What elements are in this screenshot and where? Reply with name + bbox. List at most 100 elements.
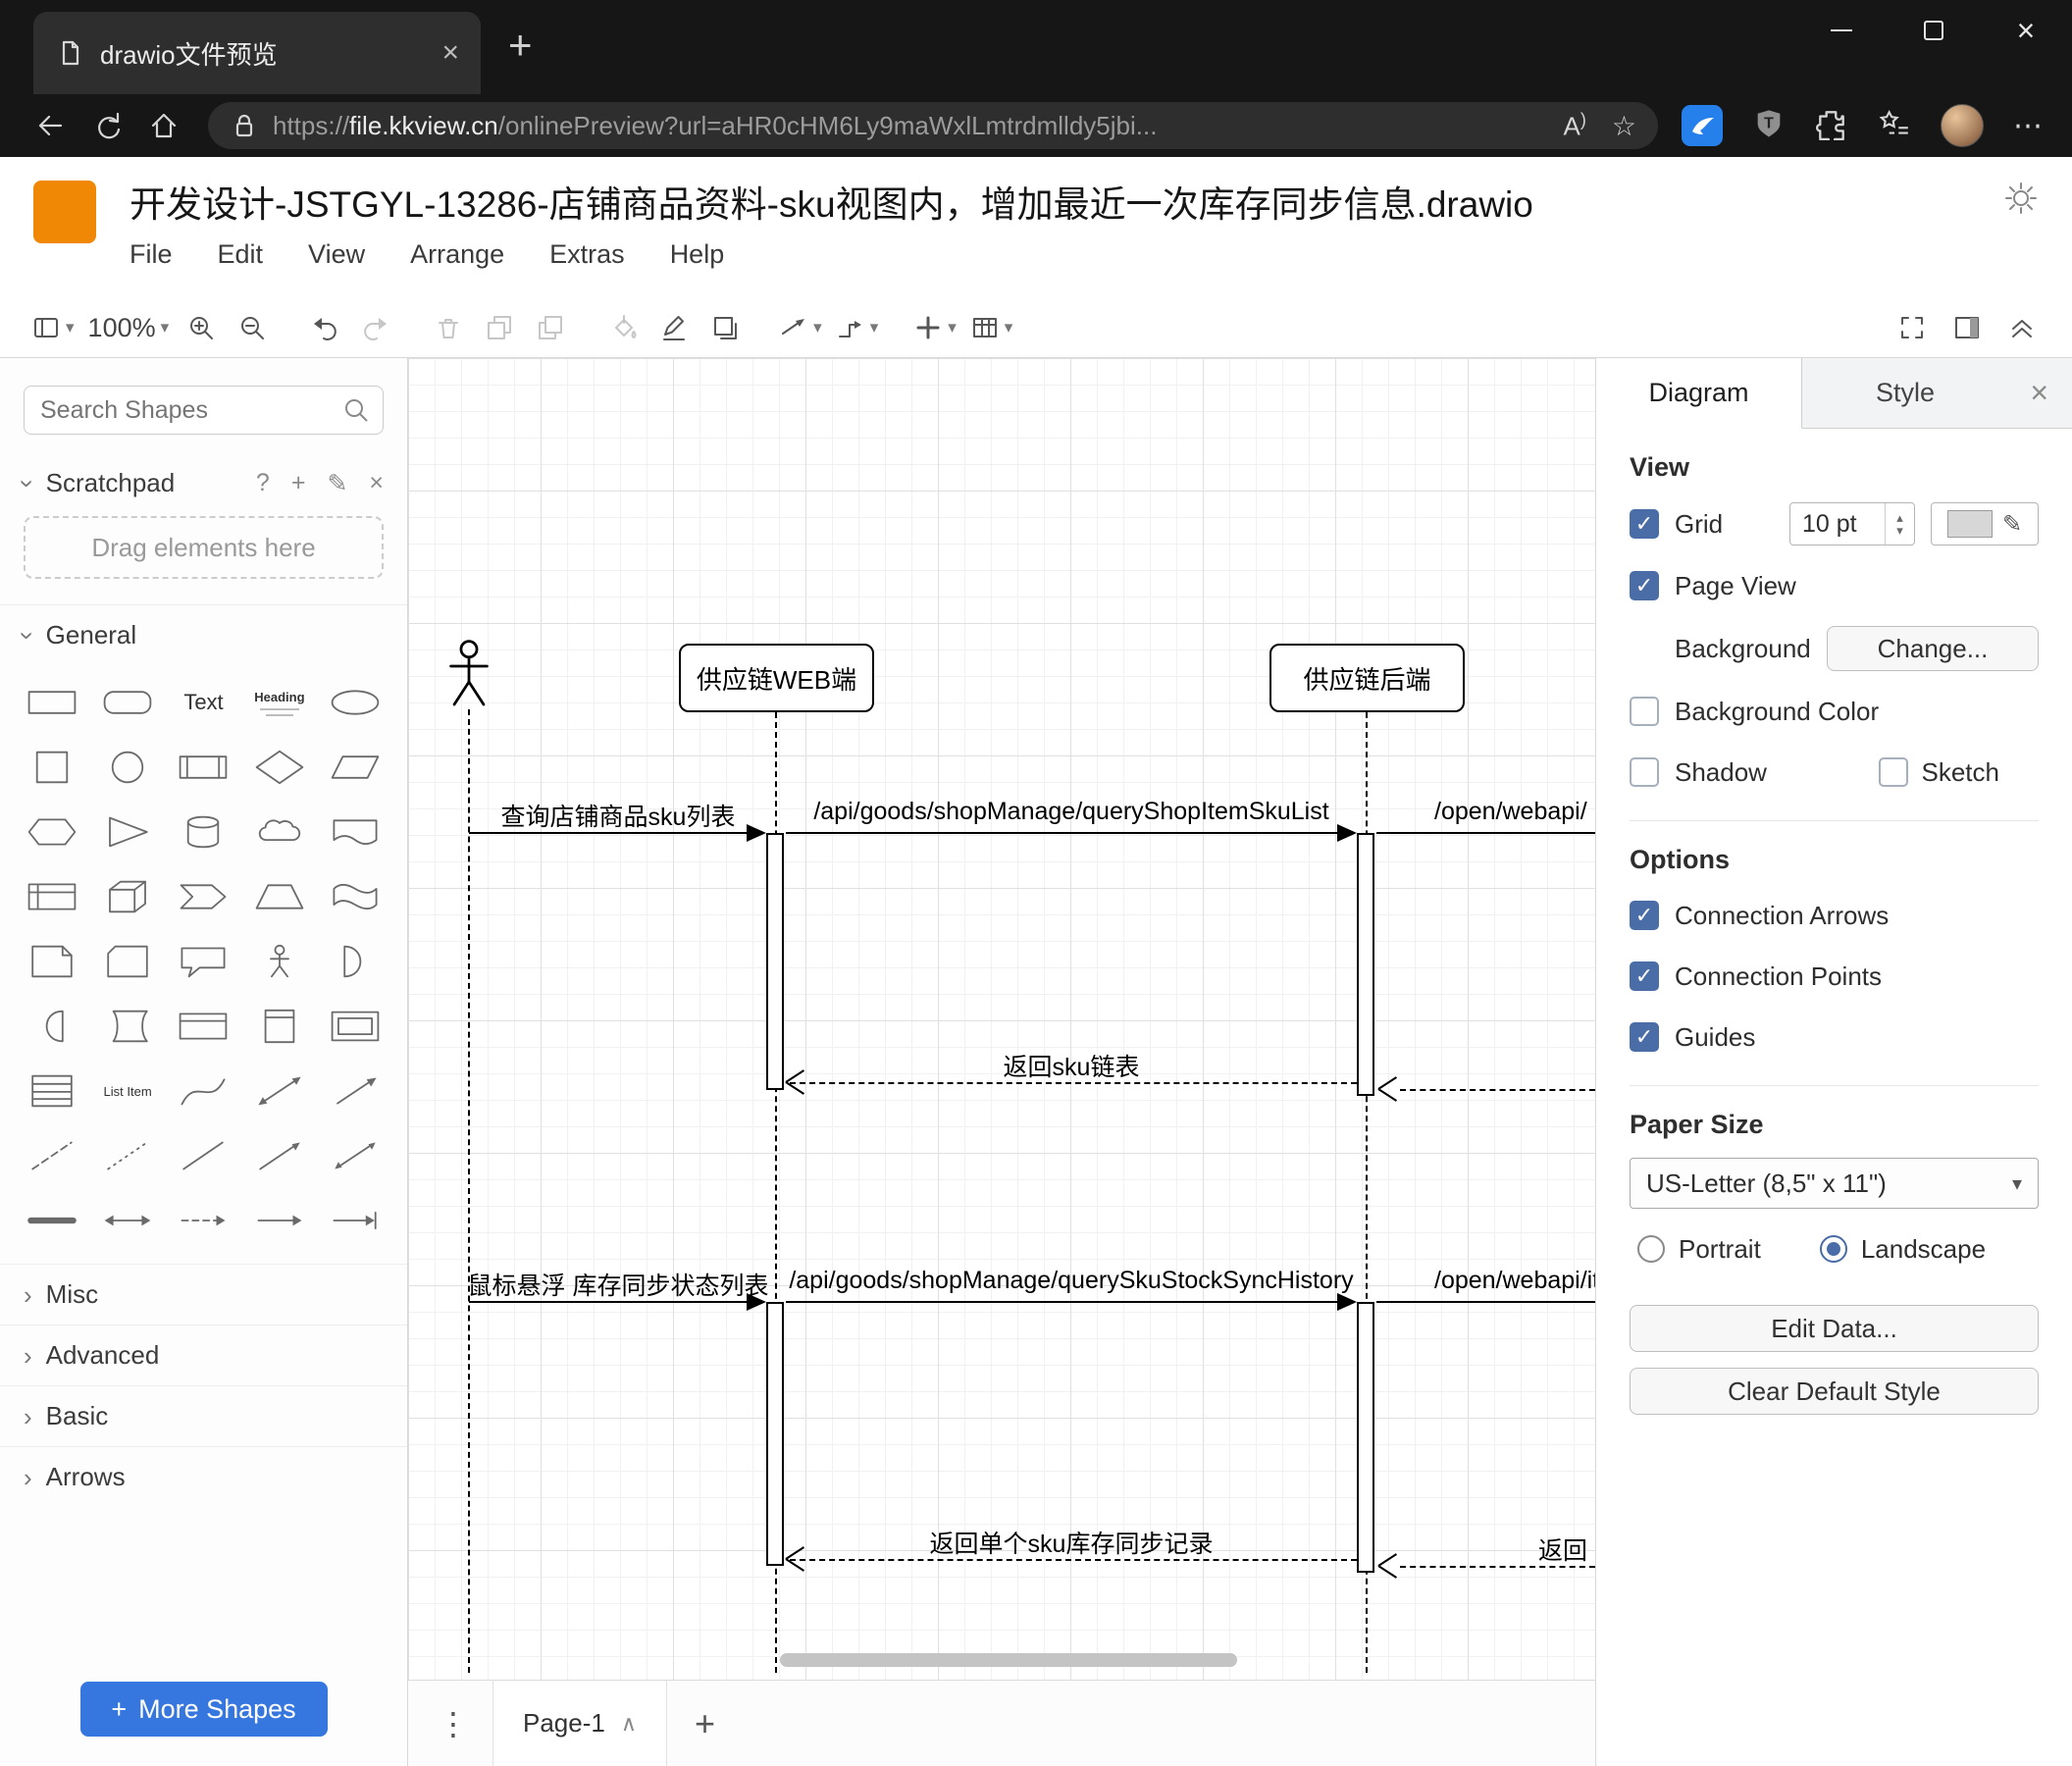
grid-size-input[interactable]: 10 pt ▴ ▾: [1789, 502, 1915, 545]
message-label[interactable]: 返回单个sku库存同步记录: [930, 1525, 1214, 1560]
shape-horizontal-bidirectional-arrow[interactable]: [89, 1189, 165, 1252]
shape-cloud[interactable]: [241, 801, 317, 863]
shape-process[interactable]: [166, 736, 241, 799]
shape-cylinder[interactable]: [166, 801, 241, 863]
message-label[interactable]: 鼠标悬浮 库存同步状态列表: [468, 1267, 769, 1302]
shape-arrow-right[interactable]: [241, 1189, 317, 1252]
menu-extras[interactable]: Extras: [549, 239, 625, 270]
shape-hexagon[interactable]: [14, 801, 89, 863]
activation-bar-web-2[interactable]: [766, 1302, 784, 1566]
message-label[interactable]: /api/goods/shopManage/querySkuStockSyncH…: [789, 1267, 1353, 1295]
shadow-checkbox[interactable]: [1630, 757, 1659, 787]
extension-bird-icon[interactable]: [1682, 105, 1723, 146]
zoom-in-button[interactable]: [179, 305, 224, 350]
shape-note[interactable]: [14, 930, 89, 993]
tab-style[interactable]: Style: [1802, 358, 2008, 428]
message-label[interactable]: 返回: [1538, 1532, 1587, 1567]
shape-card[interactable]: [89, 930, 165, 993]
shape-or[interactable]: [318, 930, 393, 993]
to-back-button[interactable]: [528, 305, 573, 350]
page-view-checkbox[interactable]: ✓: [1630, 571, 1659, 600]
clear-default-style-button[interactable]: Clear Default Style: [1630, 1368, 2039, 1415]
extensions-puzzle-icon[interactable]: [1815, 107, 1848, 145]
return-line[interactable]: [1400, 1089, 1595, 1091]
shape-curve[interactable]: [166, 1060, 241, 1122]
shape-triangle[interactable]: [89, 801, 165, 863]
minimize-button[interactable]: [1795, 0, 1888, 61]
shape-line[interactable]: [166, 1124, 241, 1187]
message-line[interactable]: [1376, 832, 1595, 834]
shape-bidirectional-arrow[interactable]: [241, 1060, 317, 1122]
waypoint-style-button[interactable]: ▾: [832, 305, 883, 350]
sidebar-section-general[interactable]: › General: [0, 604, 407, 665]
read-aloud-icon[interactable]: A): [1564, 110, 1586, 142]
shape-connector-with-terminal[interactable]: [318, 1189, 393, 1252]
actor-figure[interactable]: [446, 639, 492, 709]
shape-container[interactable]: [166, 995, 241, 1058]
search-shapes-input[interactable]: [24, 386, 384, 435]
grid-size-spinner[interactable]: ▴ ▾: [1885, 503, 1914, 545]
tab-diagram[interactable]: Diagram: [1596, 358, 1802, 429]
home-button[interactable]: [135, 98, 192, 153]
connection-points-checkbox[interactable]: ✓: [1630, 961, 1659, 991]
landscape-radio[interactable]: [1819, 1235, 1847, 1263]
menu-file[interactable]: File: [130, 239, 173, 270]
back-button[interactable]: [22, 98, 78, 153]
search-icon[interactable]: [342, 396, 370, 424]
shape-ellipse[interactable]: [318, 671, 393, 734]
grid-checkbox[interactable]: ✓: [1630, 509, 1659, 539]
format-panel-toggle-button[interactable]: [1944, 305, 1990, 350]
grid-color-button[interactable]: ✎: [1931, 502, 2039, 545]
sidebar-section-arrows[interactable]: › Arrows: [0, 1446, 407, 1507]
scratchpad-header[interactable]: › Scratchpad ? + ✎ ×: [0, 468, 407, 498]
paper-size-select[interactable]: US-Letter (8,5" x 11") ▾: [1630, 1158, 2039, 1209]
shape-circle[interactable]: [89, 736, 165, 799]
activation-bar-web-1[interactable]: [766, 833, 784, 1090]
tab-close-icon[interactable]: ×: [441, 36, 459, 70]
fill-color-button[interactable]: [600, 305, 646, 350]
panel-close-icon[interactable]: ×: [2030, 358, 2072, 428]
address-bar[interactable]: https://file.kkview.cn/onlinePreview?url…: [208, 102, 1658, 149]
sidebar-section-advanced[interactable]: › Advanced: [0, 1324, 407, 1385]
message-line[interactable]: [786, 832, 1337, 834]
drawio-canvas[interactable]: 供应链WEB端 供应链后端 查询店铺商品sku列表 /api/goods/sho…: [408, 358, 1595, 1680]
shape-trapezoid[interactable]: [241, 865, 317, 928]
shape-tape[interactable]: [318, 865, 393, 928]
shape-document[interactable]: [318, 801, 393, 863]
scratchpad-help-icon[interactable]: ?: [256, 469, 270, 498]
favorite-star-icon[interactable]: ☆: [1612, 110, 1636, 142]
browser-menu-icon[interactable]: ⋯: [2013, 109, 2043, 143]
menu-view[interactable]: View: [308, 239, 365, 270]
shape-rounded-rectangle[interactable]: [89, 671, 165, 734]
connection-arrows-checkbox[interactable]: ✓: [1630, 901, 1659, 930]
lifeline-box-backend[interactable]: 供应链后端: [1269, 644, 1465, 712]
scratchpad-edit-icon[interactable]: ✎: [327, 469, 347, 498]
shape-text[interactable]: Text: [166, 671, 241, 734]
message-label[interactable]: /api/goods/shopManage/queryShopItemSkuLi…: [813, 798, 1328, 826]
shape-and[interactable]: [14, 995, 89, 1058]
fullscreen-button[interactable]: [1890, 305, 1935, 350]
insert-button[interactable]: ▾: [909, 305, 960, 350]
line-color-button[interactable]: [651, 305, 697, 350]
maximize-button[interactable]: [1888, 0, 1980, 61]
shape-parallelogram[interactable]: [318, 736, 393, 799]
to-front-button[interactable]: [477, 305, 522, 350]
extension-shield-icon[interactable]: T: [1752, 107, 1786, 145]
background-color-checkbox[interactable]: [1630, 697, 1659, 726]
edit-data-button[interactable]: Edit Data...: [1630, 1305, 2039, 1352]
shape-bidirectional-connector[interactable]: [318, 1124, 393, 1187]
new-tab-button[interactable]: +: [508, 22, 533, 69]
sidebar-section-misc[interactable]: › Misc: [0, 1264, 407, 1324]
message-line[interactable]: [1376, 1301, 1595, 1303]
favorites-hub-icon[interactable]: [1878, 107, 1911, 145]
change-background-button[interactable]: Change...: [1827, 626, 2039, 671]
shape-list[interactable]: [14, 1060, 89, 1122]
activation-bar-backend-2[interactable]: [1357, 1302, 1374, 1573]
profile-avatar[interactable]: [1941, 104, 1984, 147]
shape-vertical-container[interactable]: [241, 995, 317, 1058]
shape-dotted-line[interactable]: [89, 1124, 165, 1187]
lifeline-box-web[interactable]: 供应链WEB端: [679, 644, 874, 712]
shape-rectangle[interactable]: [14, 671, 89, 734]
scratchpad-add-icon[interactable]: +: [291, 469, 306, 498]
scratchpad-close-icon[interactable]: ×: [369, 469, 384, 498]
